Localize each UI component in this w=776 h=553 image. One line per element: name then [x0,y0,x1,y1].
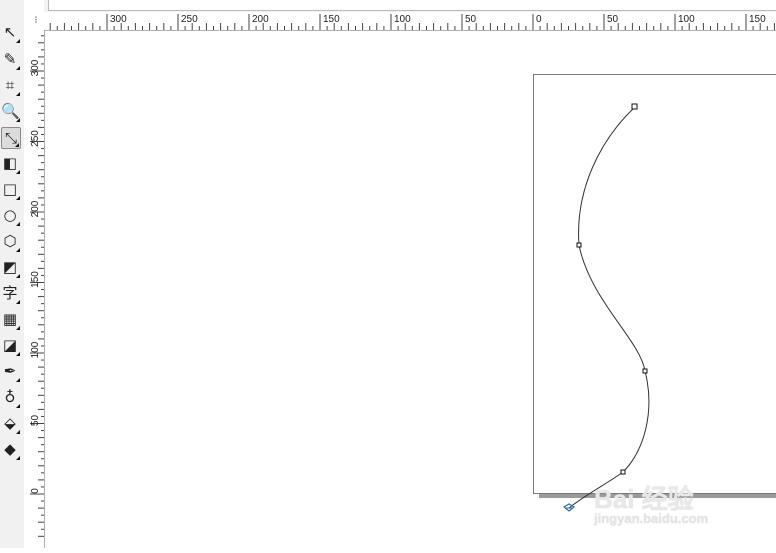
bezier-curve[interactable] [568,106,650,509]
watermark-main-text: Bai 经验 [594,484,694,514]
watermark-url-text: jingyan.baidu.com [594,511,709,526]
curve-node[interactable] [631,103,638,110]
curve-node[interactable] [576,242,582,248]
curve-layer [562,103,650,512]
baidu-jingyan-watermark: Bai 经验 jingyan.baidu.com [594,486,754,534]
curve-node[interactable] [642,368,648,374]
curve-node[interactable] [620,469,626,475]
